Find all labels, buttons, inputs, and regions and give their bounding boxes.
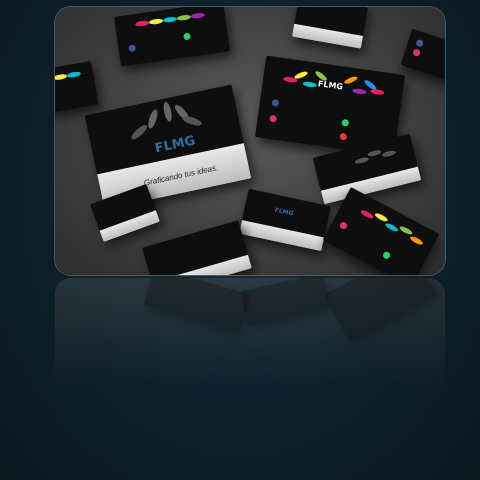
- contact-row-facebook: [271, 98, 280, 107]
- photo-frame: FLMG Graficando tus ideas. FLMG FLMG: [55, 7, 445, 275]
- facebook-icon: [128, 44, 137, 53]
- instagram-icon: [269, 114, 278, 123]
- contact-row-instagram: [269, 114, 278, 123]
- whatsapp-icon: [183, 32, 191, 41]
- frame-reflection: [55, 278, 445, 388]
- business-card-left-edge: [55, 60, 99, 114]
- map-pin-icon: [339, 132, 348, 141]
- business-card-front: FLMG Graficando tus ideas.: [84, 84, 252, 210]
- business-card-top-center: [291, 7, 369, 49]
- contact-row-location: [339, 132, 348, 141]
- facebook-icon: [271, 98, 280, 107]
- whatsapp-icon: [341, 118, 350, 127]
- business-card-bottom-left: [142, 220, 252, 275]
- business-card-top-left: [114, 7, 230, 67]
- business-card-top-right: [400, 28, 445, 84]
- business-card-bottom-center: FLMG: [239, 188, 331, 252]
- contact-row-whatsapp: [341, 118, 350, 127]
